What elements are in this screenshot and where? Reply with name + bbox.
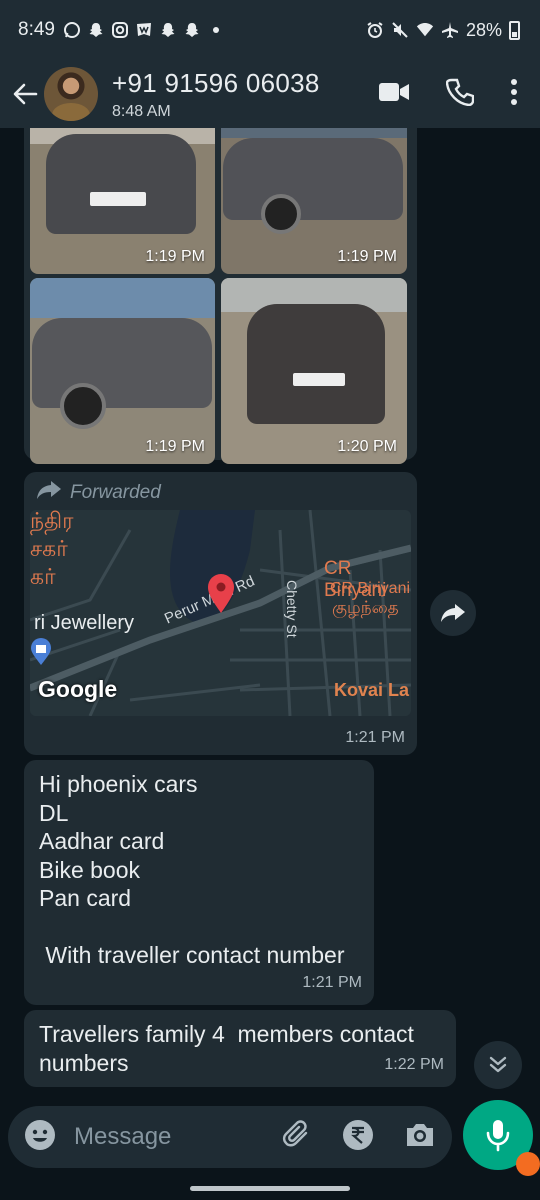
google-logo: Google: [38, 676, 118, 702]
video-call-icon[interactable]: [378, 81, 410, 108]
shopping-pin-icon: [30, 638, 52, 671]
chat-header: +91 91596 06038 8:48 AM: [0, 60, 540, 128]
whatsapp-icon: [63, 21, 81, 39]
notification-icons: [63, 21, 219, 39]
map-label: குழந்தை: [332, 598, 399, 617]
instagram-icon: [111, 21, 129, 39]
forward-icon: [36, 480, 62, 506]
image-timestamp: 1:19 PM: [337, 248, 397, 265]
chat-area[interactable]: 1:19 PM 1:19 PM 1:19 PM 1:20 PM Forwarde: [0, 128, 540, 1100]
message-line: With traveller contact number: [39, 942, 345, 968]
text-message[interactable]: Travellers family 4 members contact numb…: [24, 1010, 456, 1087]
system-icons: 28%: [366, 20, 520, 41]
location-pin-icon: [207, 574, 235, 619]
message-line: Aadhar card: [39, 828, 165, 854]
double-chevron-down-icon: [489, 1056, 507, 1073]
message-timestamp: 1:21 PM: [302, 973, 362, 991]
map-label: கர்: [30, 564, 56, 589]
car-photo-front[interactable]: 1:19 PM: [30, 128, 215, 274]
payment-rupee-icon[interactable]: [342, 1119, 374, 1156]
last-seen: 8:48 AM: [112, 102, 171, 120]
scroll-to-bottom-button[interactable]: [474, 1041, 522, 1089]
forward-share-button[interactable]: [430, 590, 476, 636]
wifi-icon: [416, 21, 434, 39]
share-arrow-icon: [441, 604, 465, 622]
more-options-icon[interactable]: [510, 78, 518, 111]
message-line: Bike book: [39, 856, 141, 883]
compose-bar: [0, 1100, 540, 1172]
message-line: Pan card: [39, 885, 132, 911]
microphone-icon: [486, 1120, 510, 1152]
header-actions: [378, 78, 540, 111]
message-timestamp: 1:22 PM: [384, 1055, 444, 1073]
back-arrow-icon[interactable]: [10, 79, 40, 109]
status-bar: 8:49 28%: [0, 0, 540, 60]
message-line: numbers: [39, 1049, 129, 1076]
message-line: Travellers family 4 members contact: [39, 1021, 414, 1047]
message-line: [39, 913, 358, 942]
map-label: ந்திர: [30, 510, 74, 533]
floating-app-badge[interactable]: [516, 1152, 540, 1176]
contact-info[interactable]: +91 91596 06038 8:48 AM: [112, 68, 320, 121]
map-label: CR Biriyani: [330, 580, 411, 597]
image-timestamp: 1:19 PM: [145, 438, 205, 455]
car-photo-back[interactable]: 1:20 PM: [221, 278, 407, 464]
message-timestamp: 1:21 PM: [345, 729, 405, 746]
text-message[interactable]: Hi phoenix cars DL Aadhar card Bike book…: [24, 760, 374, 1005]
car-photo-rear-side[interactable]: 1:19 PM: [221, 128, 407, 274]
image-album-message[interactable]: 1:19 PM 1:19 PM 1:19 PM 1:20 PM: [24, 128, 417, 464]
message-input-container[interactable]: [8, 1106, 452, 1168]
alarm-icon: [366, 21, 384, 39]
message-line: Hi phoenix cars: [39, 771, 198, 797]
snapchat-icon: [87, 21, 105, 39]
voice-call-icon[interactable]: [445, 78, 475, 111]
car-photo-side[interactable]: 1:19 PM: [30, 278, 215, 464]
image-timestamp: 1:19 PM: [145, 248, 205, 265]
map-label: Kovai La: [334, 680, 410, 700]
more-notifications-dot: [212, 27, 219, 33]
avatar[interactable]: [44, 67, 98, 121]
forwarded-label: Forwarded: [36, 480, 161, 506]
home-indicator[interactable]: [190, 1186, 350, 1191]
image-timestamp: 1:20 PM: [337, 438, 397, 455]
attach-icon[interactable]: [282, 1119, 312, 1155]
snapchat-icon: [159, 21, 177, 39]
emoji-icon[interactable]: [24, 1119, 56, 1156]
airplane-icon: [441, 21, 459, 39]
battery-percent: 28%: [465, 19, 502, 40]
map-label: ri Jewellery: [34, 612, 135, 634]
mute-icon: [391, 21, 409, 39]
status-time: 8:49: [18, 19, 55, 40]
message-line: DL: [39, 799, 69, 826]
map-road-label: Chetty St: [284, 580, 300, 638]
webtoon-icon: [135, 21, 153, 39]
location-map[interactable]: ந்திர சகர் கர் ri Jewellery Perur Main R…: [30, 510, 411, 716]
battery-icon: [509, 20, 520, 40]
location-message[interactable]: Forwarded ந்திர சகர் கர் ri Jewellery Pe…: [24, 472, 417, 755]
map-label: சகர்: [30, 536, 68, 561]
contact-name: +91 91596 06038: [112, 67, 320, 98]
camera-icon[interactable]: [404, 1121, 436, 1154]
message-input[interactable]: [74, 1123, 254, 1151]
input-actions: [282, 1119, 436, 1156]
snapchat-icon: [183, 21, 201, 39]
